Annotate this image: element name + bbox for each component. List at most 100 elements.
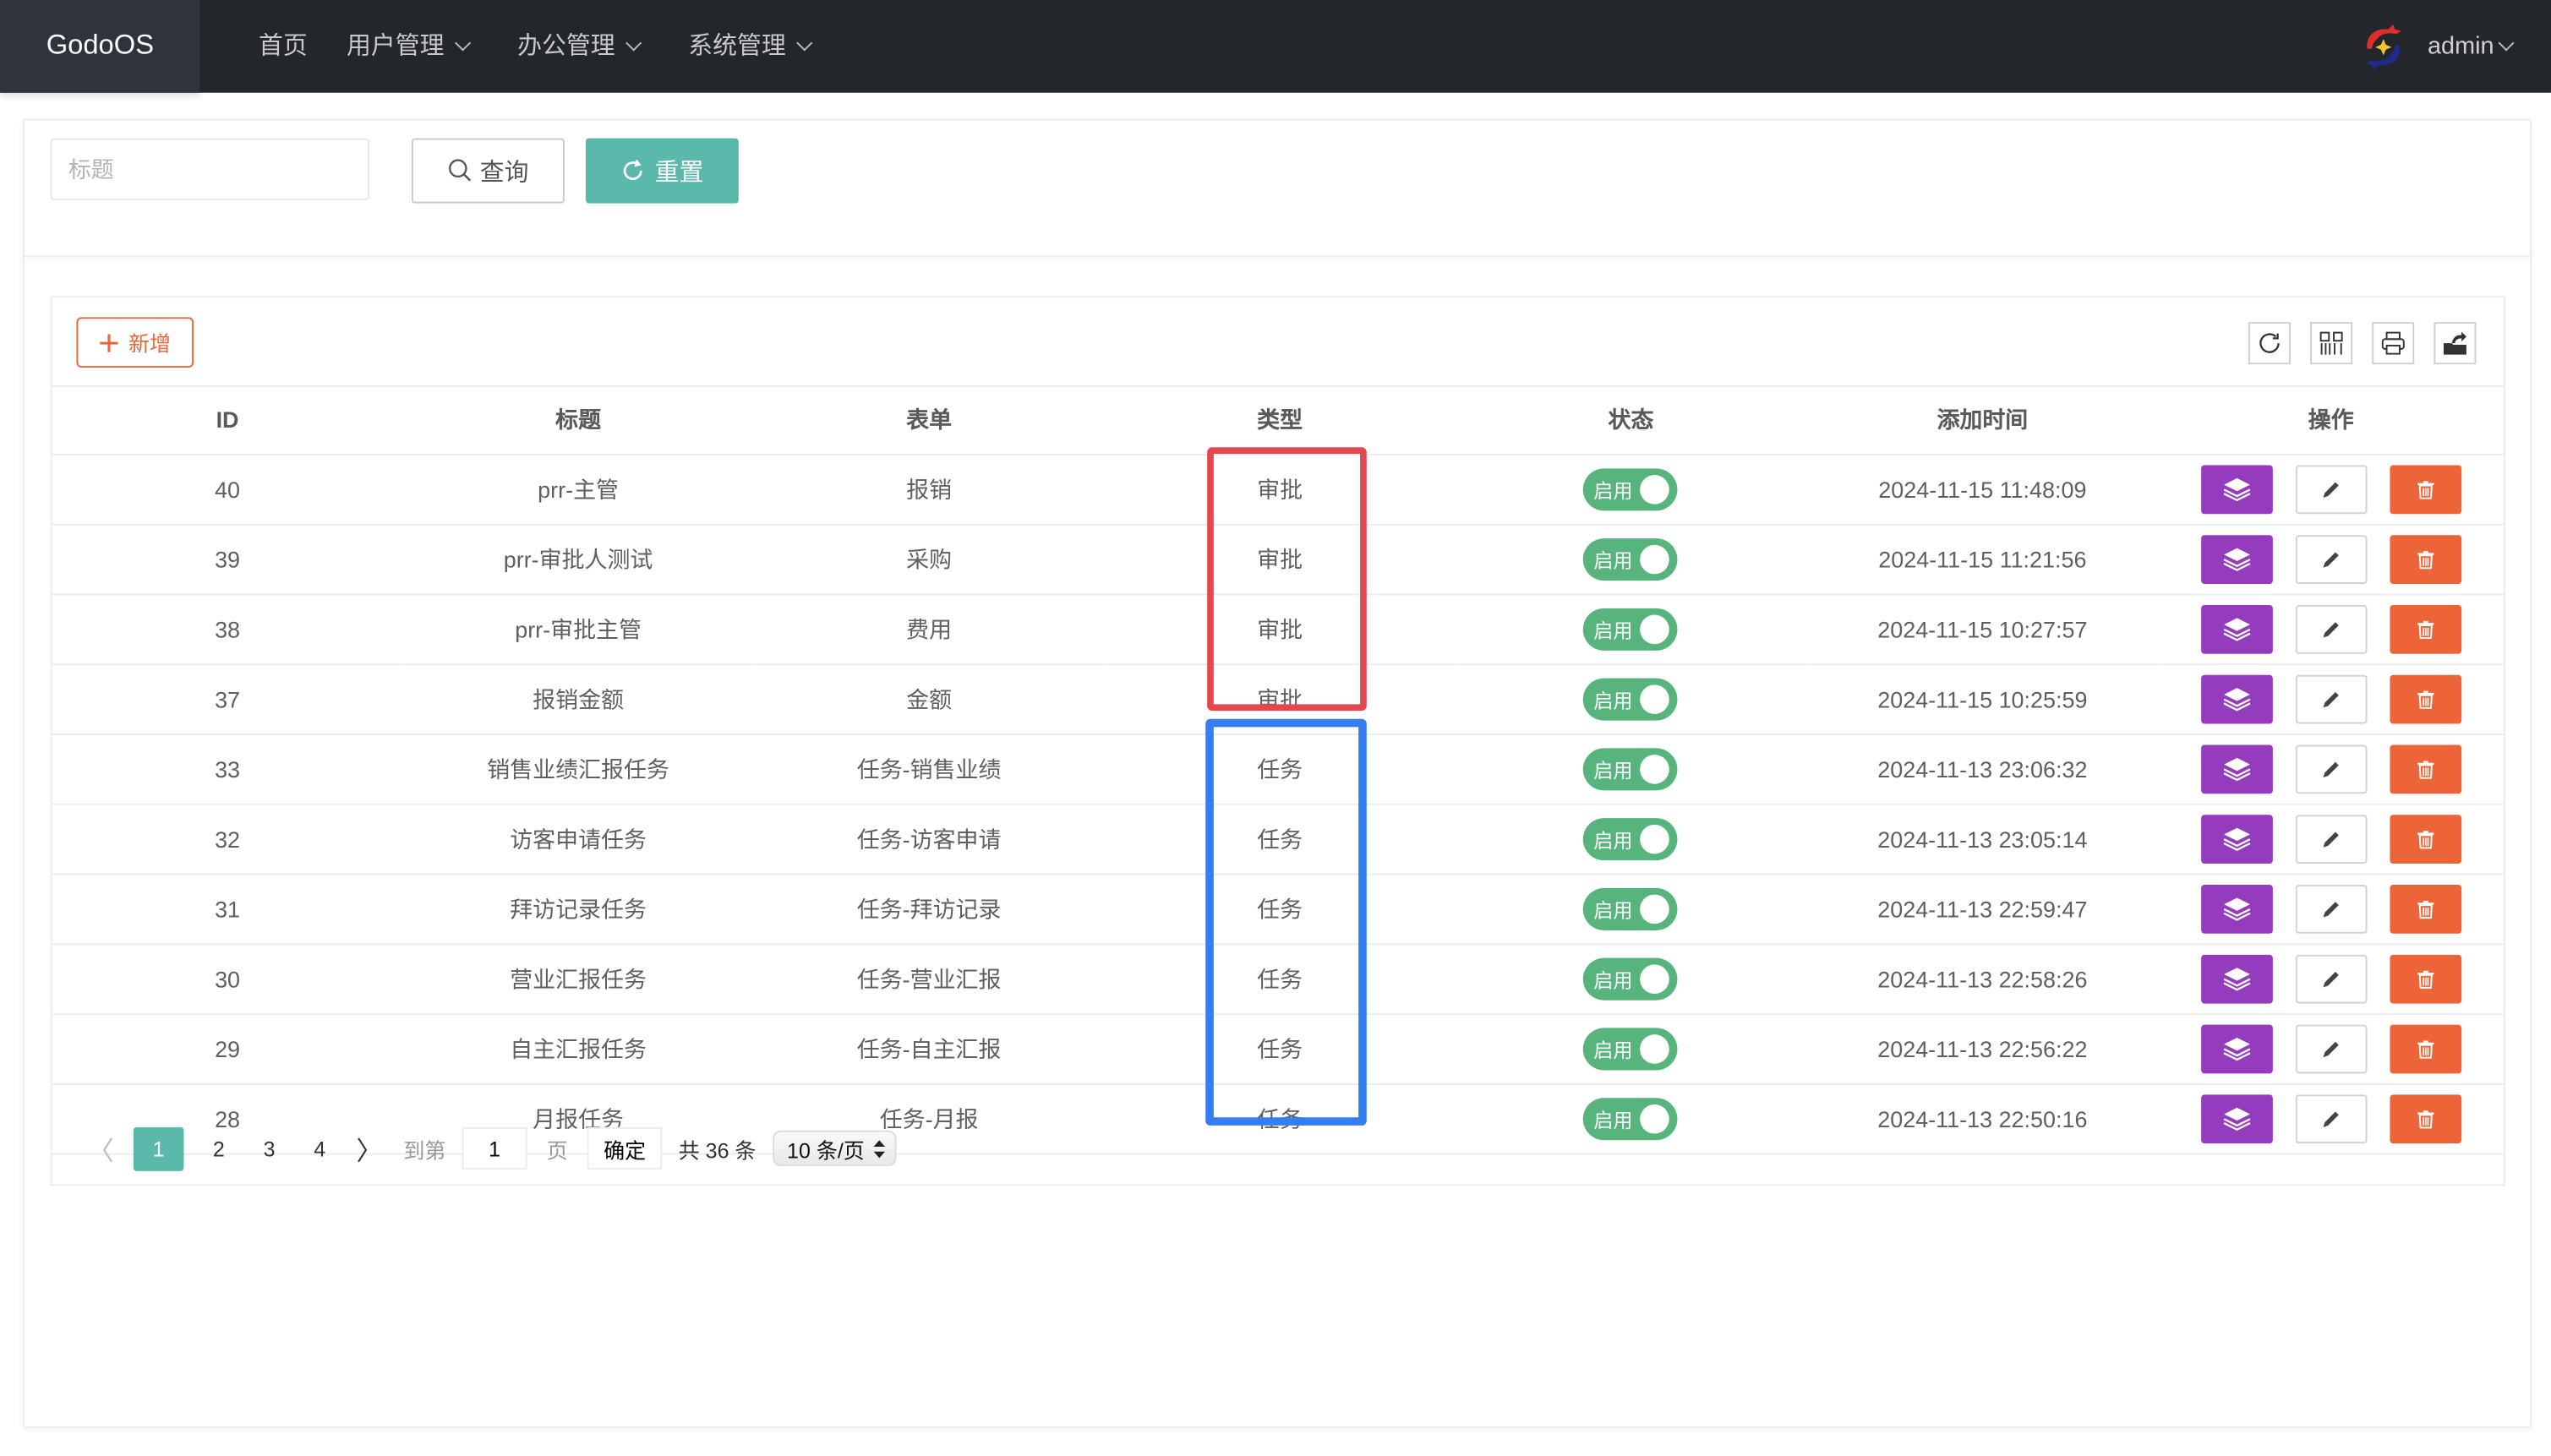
nav-item-home[interactable]: 首页 <box>239 0 327 93</box>
cell-form: 任务-自主汇报 <box>753 1014 1105 1085</box>
table-row: 32 访客申请任务 任务-访客申请 任务 启用 2024-11-13 23:05… <box>52 804 2505 875</box>
status-toggle[interactable]: 启用 <box>1583 468 1679 511</box>
cell-id: 37 <box>52 664 403 735</box>
cell-status: 启用 <box>1455 1014 1807 1085</box>
page-4-button[interactable]: 4 <box>294 1126 345 1170</box>
edit-button[interactable] <box>2295 465 2368 515</box>
edit-button[interactable] <box>2295 885 2368 934</box>
page-2-button[interactable]: 2 <box>194 1126 244 1170</box>
cell-added-time: 2024-11-13 23:05:14 <box>1806 804 2159 875</box>
plus-icon <box>100 333 118 352</box>
user-menu[interactable]: admin <box>2359 0 2521 93</box>
cell-id: 39 <box>52 524 403 596</box>
reset-button[interactable]: 重置 <box>585 138 739 204</box>
status-toggle[interactable]: 启用 <box>1583 1028 1679 1071</box>
view-button[interactable] <box>2200 1024 2273 1074</box>
title-search-input[interactable] <box>50 138 369 200</box>
export-button[interactable] <box>2434 322 2477 365</box>
search-bar: 查询 重置 <box>24 120 2530 258</box>
table-header-row: ID 标题 表单 类型 状态 添加时间 操作 <box>52 385 2505 455</box>
nav-item-system-management[interactable]: 系统管理 <box>669 0 839 93</box>
col-header-form[interactable]: 表单 <box>753 385 1105 455</box>
app-logo[interactable]: GodoOS <box>0 0 200 93</box>
status-toggle[interactable]: 启用 <box>1583 608 1679 651</box>
status-toggle[interactable]: 启用 <box>1583 748 1679 791</box>
status-label: 启用 <box>1593 898 1633 922</box>
goto-confirm-button[interactable]: 确定 <box>587 1126 663 1170</box>
cell-actions <box>2158 804 2505 875</box>
nav-item-office-management[interactable]: 办公管理 <box>498 0 669 93</box>
cell-type: 审批 <box>1104 524 1456 596</box>
delete-button[interactable] <box>2390 674 2461 724</box>
pencil-icon <box>2323 691 2339 708</box>
toggle-knob <box>1641 684 1670 714</box>
cell-title: 报销金额 <box>402 664 754 735</box>
chevron-down-icon <box>796 34 813 51</box>
edit-button[interactable] <box>2295 744 2368 794</box>
query-button[interactable]: 查询 <box>411 138 565 204</box>
col-header-added-time[interactable]: 添加时间 <box>1806 385 2159 455</box>
next-page-button[interactable]: 〉 <box>345 1129 394 1168</box>
view-button[interactable] <box>2200 815 2273 864</box>
status-toggle[interactable]: 启用 <box>1583 538 1679 581</box>
cell-status: 启用 <box>1455 734 1807 805</box>
pencil-icon <box>2323 552 2339 568</box>
trash-icon <box>2417 620 2434 640</box>
page-size-select[interactable]: 10 条/页 <box>772 1130 896 1167</box>
col-header-status[interactable]: 状态 <box>1455 385 1807 455</box>
view-button[interactable] <box>2200 535 2273 584</box>
page-1-button[interactable]: 1 <box>133 1126 184 1170</box>
chevron-down-icon <box>2498 34 2515 51</box>
view-button[interactable] <box>2200 465 2273 515</box>
col-header-id[interactable]: ID <box>52 385 403 455</box>
add-button[interactable]: 新增 <box>76 317 194 368</box>
refresh-table-button[interactable] <box>2248 322 2292 365</box>
view-button[interactable] <box>2200 674 2273 724</box>
delete-button[interactable] <box>2390 605 2461 654</box>
delete-button[interactable] <box>2390 465 2461 515</box>
trash-icon <box>2417 970 2434 989</box>
column-filter-button[interactable] <box>2310 322 2353 365</box>
cell-form: 任务-拜访记录 <box>753 874 1105 946</box>
view-button[interactable] <box>2200 954 2273 1004</box>
nav-item-user-management[interactable]: 用户管理 <box>327 0 498 93</box>
delete-button[interactable] <box>2390 885 2461 934</box>
goto-page-input[interactable] <box>462 1126 527 1170</box>
col-header-type[interactable]: 类型 <box>1104 385 1456 455</box>
view-button[interactable] <box>2200 885 2273 934</box>
cell-title: prr-审批人测试 <box>402 524 754 596</box>
status-toggle[interactable]: 启用 <box>1583 678 1679 721</box>
prev-page-button[interactable]: 〈 <box>85 1129 117 1168</box>
edit-button[interactable] <box>2295 674 2368 724</box>
layers-icon <box>2223 757 2251 782</box>
print-button[interactable] <box>2372 322 2415 365</box>
delete-button[interactable] <box>2390 744 2461 794</box>
cell-added-time: 2024-11-15 11:21:56 <box>1806 524 2159 596</box>
delete-button[interactable] <box>2390 954 2461 1004</box>
edit-button[interactable] <box>2295 535 2368 584</box>
status-toggle[interactable]: 启用 <box>1583 818 1679 861</box>
cell-added-time: 2024-11-15 10:27:57 <box>1806 594 2159 666</box>
col-header-title[interactable]: 标题 <box>402 385 754 455</box>
status-toggle[interactable]: 启用 <box>1583 887 1679 930</box>
trash-icon <box>2417 1040 2434 1059</box>
cell-id: 38 <box>52 594 403 666</box>
nav-label: 用户管理 <box>346 31 445 60</box>
page-3-button[interactable]: 3 <box>244 1126 295 1170</box>
edit-button[interactable] <box>2295 954 2368 1004</box>
cell-form: 报销 <box>753 454 1105 526</box>
status-toggle[interactable]: 启用 <box>1583 957 1679 1001</box>
delete-button[interactable] <box>2390 1024 2461 1074</box>
table-row: 33 销售业绩汇报任务 任务-销售业绩 任务 启用 2024-11-13 23:… <box>52 734 2505 805</box>
delete-button[interactable] <box>2390 535 2461 584</box>
cell-actions <box>2158 664 2505 735</box>
delete-button[interactable] <box>2390 815 2461 864</box>
edit-button[interactable] <box>2295 1024 2368 1074</box>
table-tools <box>2248 322 2477 365</box>
view-button[interactable] <box>2200 744 2273 794</box>
layers-icon <box>2223 897 2251 921</box>
edit-button[interactable] <box>2295 605 2368 654</box>
edit-button[interactable] <box>2295 815 2368 864</box>
cell-status: 启用 <box>1455 804 1807 875</box>
view-button[interactable] <box>2200 605 2273 654</box>
